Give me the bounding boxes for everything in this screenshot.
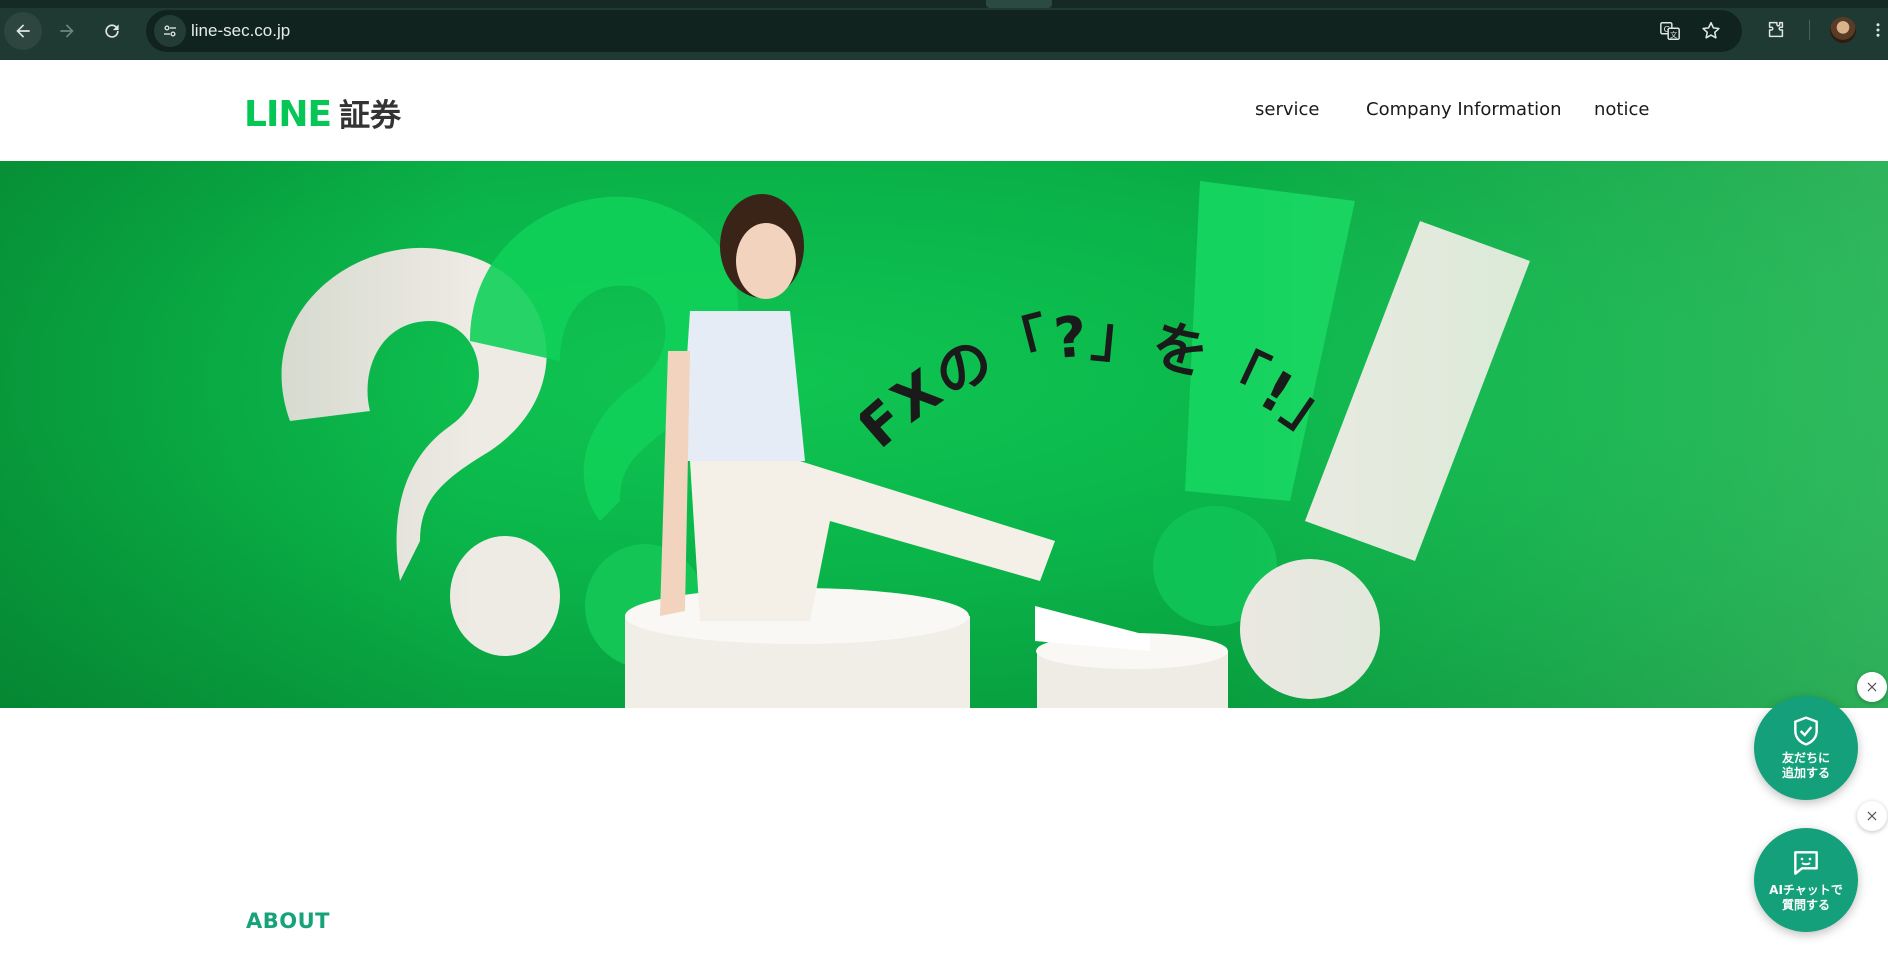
close-add-friend-button[interactable] (1857, 672, 1887, 702)
nav-service[interactable]: service (1255, 99, 1319, 120)
reload-button[interactable] (93, 12, 131, 50)
url-text[interactable]: line-sec.co.jp (191, 21, 290, 41)
forward-button[interactable] (48, 12, 86, 50)
close-icon (1867, 811, 1877, 821)
puzzle-icon (1768, 21, 1784, 38)
hero-banner[interactable]: FXの「?」を「!」に。 (0, 161, 1888, 708)
logo-suffix: 証券 (339, 98, 402, 134)
logo-brand: LINE (244, 94, 332, 135)
kebab-icon (1876, 23, 1880, 37)
bookmark-button[interactable] (1699, 19, 1723, 43)
ai-chat-label: AIチャットで 質問する (1769, 883, 1843, 912)
close-ai-chat-button[interactable] (1857, 801, 1887, 831)
tab-strip (0, 0, 1888, 8)
browser-toolbar: line-sec.co.jp G 文 (0, 0, 1888, 60)
translate-icon: G 文 (1660, 22, 1680, 40)
nav-company-information[interactable]: Company Information (1366, 99, 1562, 120)
browser-menu-button[interactable] (1868, 14, 1888, 46)
ai-chat-button[interactable]: AIチャットで 質問する (1754, 828, 1858, 932)
about-heading: ABOUT (246, 909, 330, 933)
arrow-right-icon (60, 24, 74, 38)
reload-icon (105, 24, 119, 38)
address-bar[interactable]: line-sec.co.jp G 文 (146, 10, 1742, 52)
hero-headline-text: FXの「?」を「!」に。 (860, 221, 1354, 461)
chat-bubble-icon (1794, 851, 1818, 875)
site-info-button[interactable] (154, 15, 186, 47)
svg-text:文: 文 (1670, 30, 1678, 39)
shield-check-icon (1794, 716, 1818, 746)
hero-headline: FXの「?」を「!」に。 (860, 221, 1360, 481)
hero-headline-art: FXの「?」を「!」に。 (860, 221, 1356, 461)
active-tab-indicator[interactable] (986, 0, 1052, 8)
extensions-button[interactable] (1760, 14, 1792, 46)
arrow-left-icon (16, 24, 30, 38)
translate-button[interactable]: G 文 (1658, 19, 1682, 43)
profile-avatar[interactable] (1830, 17, 1856, 43)
svg-text:FXの「?」を「!」に。: FXの「?」を「!」に。 (860, 221, 1356, 461)
add-friend-button[interactable]: 友だちに 追加する (1754, 696, 1858, 800)
tune-icon (164, 25, 176, 37)
close-icon (1867, 682, 1877, 692)
toolbar-divider (1809, 20, 1810, 40)
site-logo[interactable]: LINE 証券 (244, 90, 401, 135)
add-friend-label: 友だちに 追加する (1781, 751, 1830, 780)
nav-notice[interactable]: notice (1594, 99, 1649, 120)
back-button[interactable] (4, 12, 42, 50)
site-header: LINE 証券 service Company Information noti… (0, 60, 1888, 161)
star-icon (1702, 21, 1720, 39)
